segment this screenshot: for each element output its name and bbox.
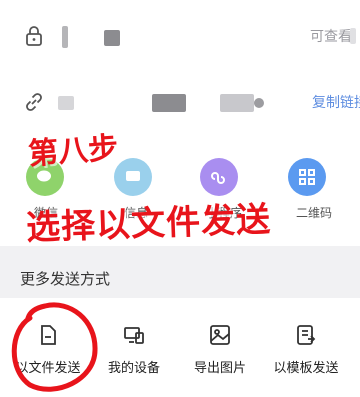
miniprogram-icon xyxy=(200,158,238,196)
my-device-button[interactable]: 我的设备 xyxy=(94,315,174,376)
option-label: 以文件发送 xyxy=(15,361,81,376)
message-icon xyxy=(114,158,152,196)
link-icon xyxy=(26,93,42,111)
more-send-methods-title: 更多发送方式 xyxy=(20,270,111,288)
send-as-file-button[interactable]: 以文件发送 xyxy=(8,315,88,376)
send-as-template-button[interactable]: 以模板发送 xyxy=(266,315,346,376)
redacted-text xyxy=(152,94,186,112)
annotation-step: 第八步 xyxy=(27,130,120,173)
redacted-text xyxy=(254,98,264,108)
option-label: 导出图片 xyxy=(193,361,246,376)
redacted-text xyxy=(104,30,120,46)
share-label: 二维码 xyxy=(296,206,333,220)
file-icon xyxy=(41,325,56,345)
option-label: 我的设备 xyxy=(107,361,160,376)
device-icon xyxy=(124,327,144,344)
chevron-right-icon xyxy=(350,28,356,44)
template-icon xyxy=(297,325,316,345)
redacted-text xyxy=(220,94,254,112)
permission-value[interactable]: 可查看 xyxy=(310,26,352,46)
option-label: 以模板发送 xyxy=(273,361,339,376)
qrcode-icon xyxy=(288,158,326,196)
export-image-button[interactable]: 导出图片 xyxy=(180,315,260,376)
copy-link-button[interactable]: 复制链接 xyxy=(312,92,360,112)
image-icon xyxy=(210,325,230,345)
link-row[interactable]: 复制链接 xyxy=(0,82,360,122)
redacted-text xyxy=(62,26,68,48)
permission-row[interactable]: 可查看 xyxy=(0,16,360,56)
annotation-instruction: 选择以文件发送 xyxy=(25,199,272,249)
redacted-text xyxy=(58,96,74,110)
lock-icon xyxy=(26,26,42,46)
